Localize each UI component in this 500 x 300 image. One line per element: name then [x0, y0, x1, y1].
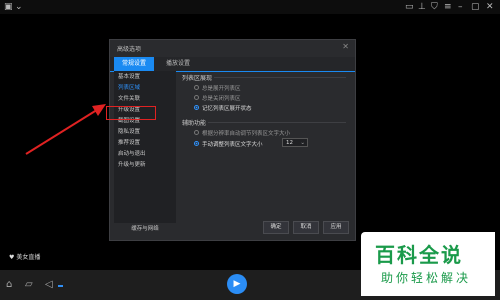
heart-icon: ♥: [9, 254, 15, 261]
close-icon[interactable]: ✕: [486, 2, 494, 12]
advanced-options-dialog: 高级选项 ✕ 常规设置 播放设置 基本设置 列表区域 文件关联 升级设置 截图设…: [109, 39, 356, 241]
divider: [208, 122, 346, 123]
volume-slider[interactable]: [58, 285, 63, 287]
watermark: 百科全说 助你轻松解决: [361, 232, 495, 296]
sidebar-item-privacy[interactable]: 隐私设置: [118, 128, 140, 137]
folder-icon[interactable]: ▱: [25, 279, 33, 291]
dialog-title: 高级选项: [117, 46, 142, 53]
cancel-button[interactable]: 取消: [293, 221, 319, 234]
skin-icon[interactable]: ⛉: [431, 2, 438, 12]
live-label[interactable]: ♥ 美女直播: [9, 252, 40, 261]
settings-sidebar: 基本设置 列表区域 文件关联 升级设置 截图设置 隐私设置 推荐设置 启动与退出…: [114, 71, 176, 235]
font-size-value: 12: [286, 140, 293, 146]
tab-playback-settings[interactable]: 播放设置: [158, 57, 198, 71]
menu-icon[interactable]: ≡: [444, 2, 452, 12]
pin-icon[interactable]: ⊥: [418, 2, 426, 12]
sidebar-item-list-area[interactable]: 列表区域: [118, 84, 140, 93]
radio-always-expand[interactable]: [194, 85, 199, 90]
maximize-icon[interactable]: ▢: [471, 2, 480, 12]
option-label: 根据分辨率自动调节列表区文字大小: [202, 131, 291, 137]
option-label: 总是关闭列表区: [202, 96, 241, 102]
highlight-box: [106, 106, 156, 120]
watermark-title: 百科全说: [375, 243, 463, 267]
chevron-down-icon: ⌄: [300, 140, 305, 146]
dialog-tabs: 常规设置 播放设置: [110, 57, 355, 72]
settings-content: 列表区展现 总是展开列表区 总是关闭列表区 记忆列表区展开状态 辅助功能 根据分…: [180, 73, 350, 213]
ok-button[interactable]: 确定: [263, 221, 289, 234]
section-title-accessibility: 辅助功能: [182, 120, 207, 127]
play-button[interactable]: ▶: [227, 274, 247, 294]
sidebar-item-recommend[interactable]: 推荐设置: [118, 139, 140, 148]
play-icon: ▶: [233, 279, 241, 289]
sidebar-item-basic[interactable]: 基本设置: [118, 73, 140, 82]
app-logo-icon[interactable]: ▣: [4, 2, 13, 12]
apply-button[interactable]: 应用: [323, 221, 349, 234]
monitor-icon[interactable]: ▭: [405, 2, 414, 12]
toolbox-icon[interactable]: ⌂: [6, 279, 12, 291]
radio-auto-font-size[interactable]: [194, 130, 199, 135]
divider: [214, 77, 346, 78]
sidebar-item-file-association[interactable]: 文件关联: [118, 95, 140, 104]
red-arrow-annotation: [25, 104, 106, 155]
option-label: 手动调整列表区文字大小: [202, 142, 263, 148]
option-label: 总是展开列表区: [202, 86, 241, 92]
font-size-select[interactable]: 12 ⌄: [282, 138, 308, 147]
sidebar-item-upgrade-update[interactable]: 升级与更新: [118, 161, 146, 170]
section-title-list-display: 列表区展现: [182, 75, 213, 82]
watermark-subtitle: 助你轻松解决: [381, 271, 472, 285]
dialog-footer: 确定 取消 应用: [178, 218, 355, 240]
volume-icon[interactable]: ◁: [45, 279, 53, 291]
option-label: 记忆列表区展开状态: [202, 106, 252, 112]
tab-general-settings[interactable]: 常规设置: [114, 57, 154, 71]
radio-manual-font-size[interactable]: [194, 141, 199, 146]
title-bar: ▣ ⌄ ▭ ⊥ ⛉ ≡ – ▢ ✕: [0, 0, 500, 14]
radio-always-close[interactable]: [194, 95, 199, 100]
sidebar-item-cache-network[interactable]: 缓存与网络: [114, 223, 176, 235]
dialog-close-icon[interactable]: ✕: [342, 42, 349, 51]
minimize-icon[interactable]: –: [458, 2, 463, 12]
sidebar-item-startup-exit[interactable]: 启动与退出: [118, 150, 146, 159]
chevron-down-icon[interactable]: ⌄: [15, 2, 23, 12]
radio-remember-state[interactable]: [194, 105, 199, 110]
